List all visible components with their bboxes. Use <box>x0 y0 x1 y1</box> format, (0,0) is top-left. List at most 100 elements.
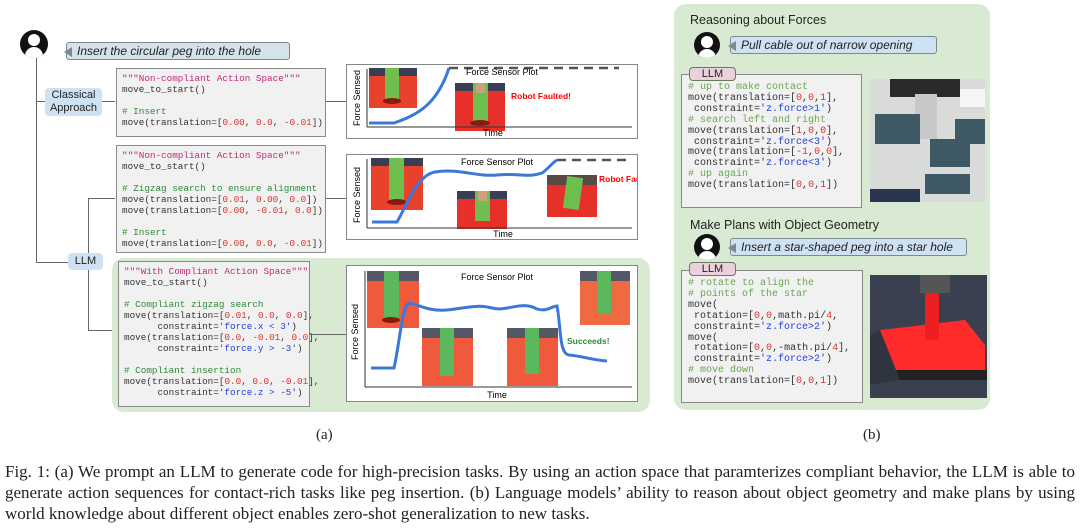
status-text: Robot Faulted! <box>599 174 637 184</box>
number-token: 0.0 <box>291 332 309 343</box>
number-token: 0.0 <box>295 205 312 216</box>
number-token: -0.01 <box>252 332 281 343</box>
comment-token: # Compliant zigzag search <box>124 299 264 310</box>
y-axis-label: Force Sensed <box>352 167 362 223</box>
code-line: # Zigzag search to ensure alignment <box>122 183 320 194</box>
code-token: move_to_start() <box>124 277 208 288</box>
code-token: constraint= <box>688 158 761 170</box>
connector-line <box>36 101 45 102</box>
code-token: rotation=[ <box>688 343 755 355</box>
number-token: -0.01 <box>280 376 309 387</box>
comment-token: # points of the star <box>688 288 809 300</box>
code-token: move(translation=[ <box>124 310 225 321</box>
classical-approach-label: Classical Approach <box>45 88 102 116</box>
code-line: move(translation=[0.00, 0.0, -0.01]) <box>122 117 323 128</box>
star-peg-robot-photo <box>870 275 987 398</box>
number-token: 0.01 <box>224 310 247 321</box>
user-avatar-icon <box>694 32 720 58</box>
user-avatar-icon <box>20 30 48 58</box>
code-token: move_to_start() <box>122 84 206 95</box>
number-token: 0.0 <box>224 376 242 387</box>
code-token: , <box>283 205 296 216</box>
force-plot-llm-compliant: Force Sensor Plot Force Sensed Time Succ… <box>346 265 638 402</box>
code-token: ]) <box>826 376 839 388</box>
code-token: , <box>269 376 281 387</box>
code-line: """With Compliant Action Space""" <box>124 266 308 277</box>
comment-token: # Insert <box>122 227 167 238</box>
number-token: -0.01 <box>255 205 284 216</box>
code-token: , <box>278 194 290 205</box>
llm-label: LLM <box>68 253 103 270</box>
section-title: Make Plans with Object Geometry <box>690 218 879 232</box>
code-token: ], <box>308 376 320 387</box>
code-token: ]) <box>311 117 323 128</box>
code-token: constraint= <box>124 321 219 332</box>
number-token: 0.00 <box>222 117 245 128</box>
code-token: move(translation=[ <box>688 147 797 159</box>
user-prompt-bubble: Insert the circular peg into the hole <box>64 42 290 60</box>
code-token: , <box>241 332 253 343</box>
string-token: 'force.y > -3' <box>218 343 297 354</box>
code-token: ) <box>291 321 297 332</box>
code-token: , <box>244 238 256 249</box>
docstring-token: """With Compliant Action Space""" <box>124 266 309 277</box>
y-axis-label: Force Sensed <box>350 304 360 360</box>
connector-line <box>36 58 37 263</box>
code-token: , <box>280 332 292 343</box>
docstring-token: """Non-compliant Action Space""" <box>122 73 301 84</box>
string-token: 'force.z > -5' <box>218 387 297 398</box>
plot-title: Force Sensor Plot <box>461 157 534 167</box>
arrow-to-code-1 <box>102 101 115 102</box>
code-line: move(translation=[0.0, 0.0, -0.01], <box>124 376 319 387</box>
status-text: Succeeds! <box>567 336 610 346</box>
code-token: ) <box>296 343 303 354</box>
docstring-token: """Non-compliant Action Space""" <box>122 150 301 161</box>
code-block-llm-compliant: """With Compliant Action Space""" move_to… <box>118 261 319 407</box>
code-line: move(translation=[0,0,1]) <box>688 180 855 192</box>
comment-token: # Compliant insertion <box>124 365 242 376</box>
peg-photo <box>371 158 423 210</box>
code-token: move(translation=[ <box>122 205 223 216</box>
section-title: Reasoning about Forces <box>690 13 827 27</box>
number-token: 0.00 <box>222 205 245 216</box>
number-token: -0.01 <box>283 117 312 128</box>
arrow-to-plot-2 <box>326 198 346 199</box>
peg-photo <box>369 68 417 108</box>
code-token: , <box>241 376 253 387</box>
code-line: # Insert <box>122 227 320 238</box>
code-token: move(translation=[ <box>688 125 797 137</box>
code-line: move(translation=[0.00, -0.01, 0.0]) <box>122 205 323 216</box>
code-token: ,-math.pi/ <box>772 343 833 355</box>
code-line: move(translation=[0,0,1]) <box>688 376 856 388</box>
code-token: move( <box>688 332 719 344</box>
code-token: constraint= <box>688 354 761 366</box>
arrow-to-plot-3 <box>310 334 346 335</box>
comment-token: # up again <box>688 169 749 181</box>
code-token: move_to_start() <box>122 161 206 172</box>
user-prompt-text: Insert the circular peg into the hole <box>77 44 262 58</box>
code-block-llm-noncompliant: """Non-compliant Action Space""" move_to_… <box>116 145 326 253</box>
status-text: Robot Faulted! <box>511 91 571 101</box>
x-axis-label: Time <box>487 390 507 400</box>
number-token: 0.00 <box>255 194 279 205</box>
code-line: """Non-compliant Action Space""" <box>122 150 320 161</box>
code-token: ,math.pi/ <box>772 310 827 322</box>
code-token: ) <box>296 387 303 398</box>
code-token: , <box>244 194 256 205</box>
peg-photo <box>457 191 507 229</box>
peg-photo <box>580 271 630 325</box>
code-token: constraint= <box>124 387 219 398</box>
code-token: rotation=[ <box>688 310 755 322</box>
string-token: 'force.x < 3' <box>218 321 292 332</box>
connector-line <box>36 262 68 263</box>
code-line: move(translation=[0.01, 0.0, 0.0], <box>124 310 314 321</box>
code-line: move_to_start() <box>122 161 320 172</box>
code-token: constraint= <box>688 103 761 115</box>
peg-photo <box>547 175 597 217</box>
code-token: ) <box>826 136 833 148</box>
code-token: ) <box>826 103 833 115</box>
code-token: , <box>244 205 256 216</box>
code-line: # Compliant zigzag search <box>124 299 304 310</box>
